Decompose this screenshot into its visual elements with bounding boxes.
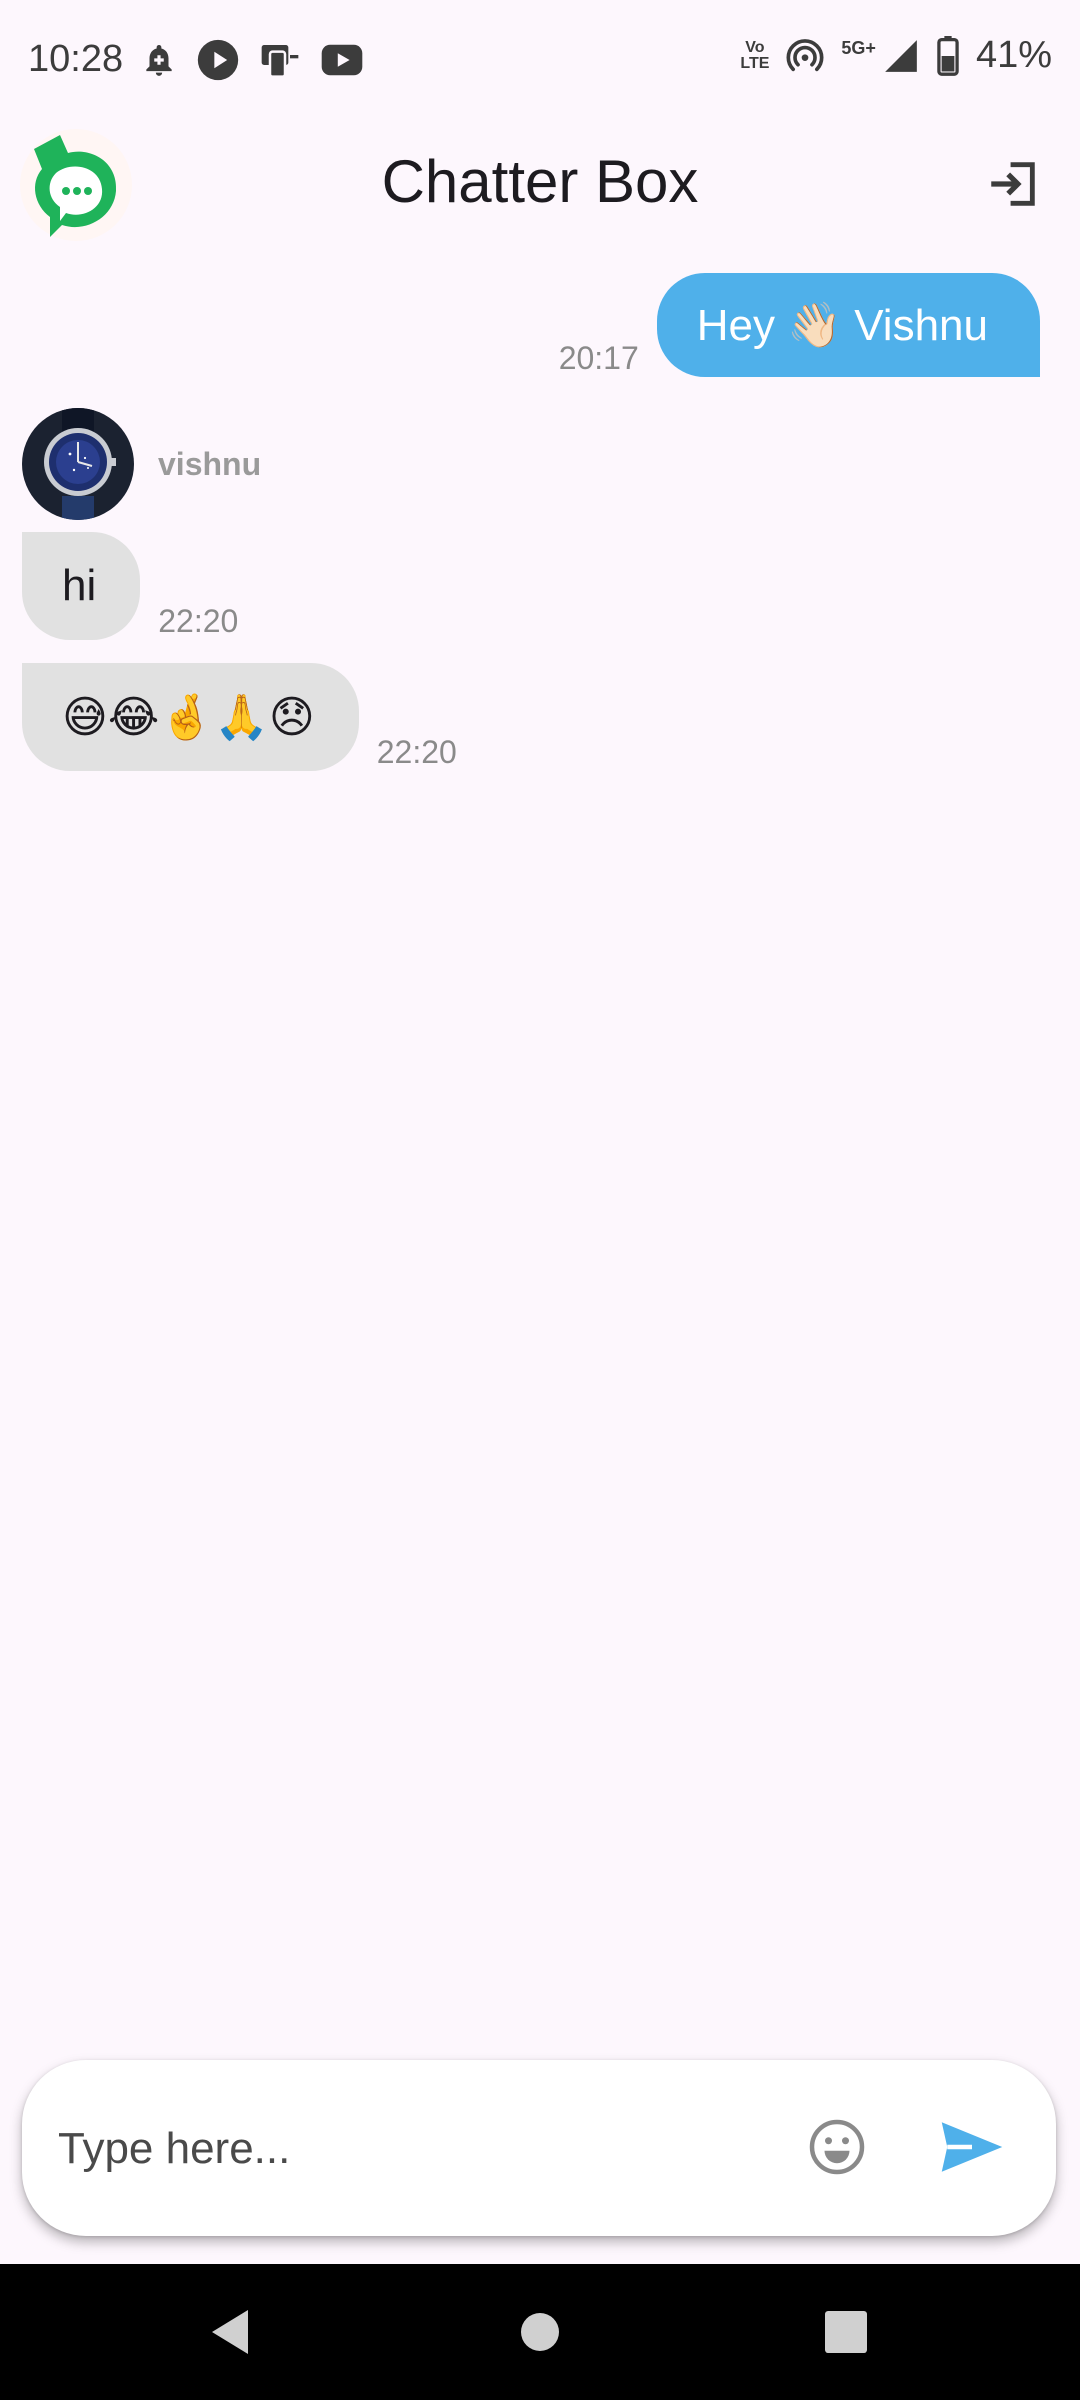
incoming-message-bubble[interactable]: hi xyxy=(22,532,141,640)
message-text: hi xyxy=(62,561,97,610)
home-button[interactable] xyxy=(510,2302,570,2362)
home-circle-icon xyxy=(521,2313,559,2351)
signal-icon xyxy=(885,39,917,72)
recents-button[interactable] xyxy=(816,2302,876,2362)
volte-indicator: Vo LTE xyxy=(740,38,770,72)
emoji-smile-icon xyxy=(809,2119,865,2175)
play-icon xyxy=(197,39,239,81)
hotspot-icon xyxy=(786,38,824,71)
volte-label-vo: Vo xyxy=(745,38,765,56)
back-button[interactable] xyxy=(200,2302,260,2362)
status-notification-icons xyxy=(140,38,364,82)
emoji-button[interactable] xyxy=(792,2102,882,2192)
app-bar: Chatter Box xyxy=(0,125,1080,245)
status-time: 10:28 xyxy=(28,38,124,80)
message-list[interactable]: 20:17 Hey 👋🏻 Vishnu vishnu hi 22:20 😅😂🤞🙏… xyxy=(0,245,1080,2045)
incoming-message-bubble[interactable]: 😅😂🤞🙏😞 xyxy=(22,663,359,771)
status-bar: 10:28 Vo LTE 5G+ 41% xyxy=(0,0,1080,125)
youtube-icon xyxy=(321,44,363,76)
incoming-message: hi 22:20 xyxy=(22,532,238,640)
back-triangle-icon xyxy=(212,2310,248,2354)
recents-square-icon xyxy=(825,2311,867,2353)
logout-button[interactable] xyxy=(976,147,1050,221)
system-navigation-bar xyxy=(0,2264,1080,2400)
avatar[interactable] xyxy=(22,408,134,520)
message-text: Hey 👋🏻 Vishnu xyxy=(696,301,988,350)
send-icon xyxy=(941,2122,1003,2172)
message-input[interactable] xyxy=(56,2110,760,2188)
message-time: 22:20 xyxy=(158,603,239,639)
app-title: Chatter Box xyxy=(381,148,699,215)
message-composer xyxy=(22,2060,1056,2236)
status-system-indicators: Vo LTE 5G+ 41% xyxy=(740,34,1052,77)
logout-icon xyxy=(991,162,1035,206)
device-transfer-icon xyxy=(261,45,299,78)
message-text: 😅😂🤞🙏😞 xyxy=(62,693,315,742)
outgoing-message: 20:17 Hey 👋🏻 Vishnu xyxy=(559,273,1040,377)
send-button[interactable] xyxy=(922,2102,1022,2192)
sender-header: vishnu xyxy=(22,408,261,520)
battery-icon xyxy=(937,35,959,76)
battery-percentage: 41% xyxy=(975,34,1052,76)
network-type-label: 5G+ xyxy=(841,38,876,58)
message-time: 22:20 xyxy=(376,734,457,770)
outgoing-message-bubble[interactable]: Hey 👋🏻 Vishnu xyxy=(656,273,1040,377)
sender-name: vishnu xyxy=(158,445,262,482)
volte-label-lte: LTE xyxy=(740,54,770,72)
notification-bell-icon xyxy=(146,44,172,76)
message-time: 20:17 xyxy=(558,340,639,376)
incoming-message: 😅😂🤞🙏😞 22:20 xyxy=(22,663,457,771)
